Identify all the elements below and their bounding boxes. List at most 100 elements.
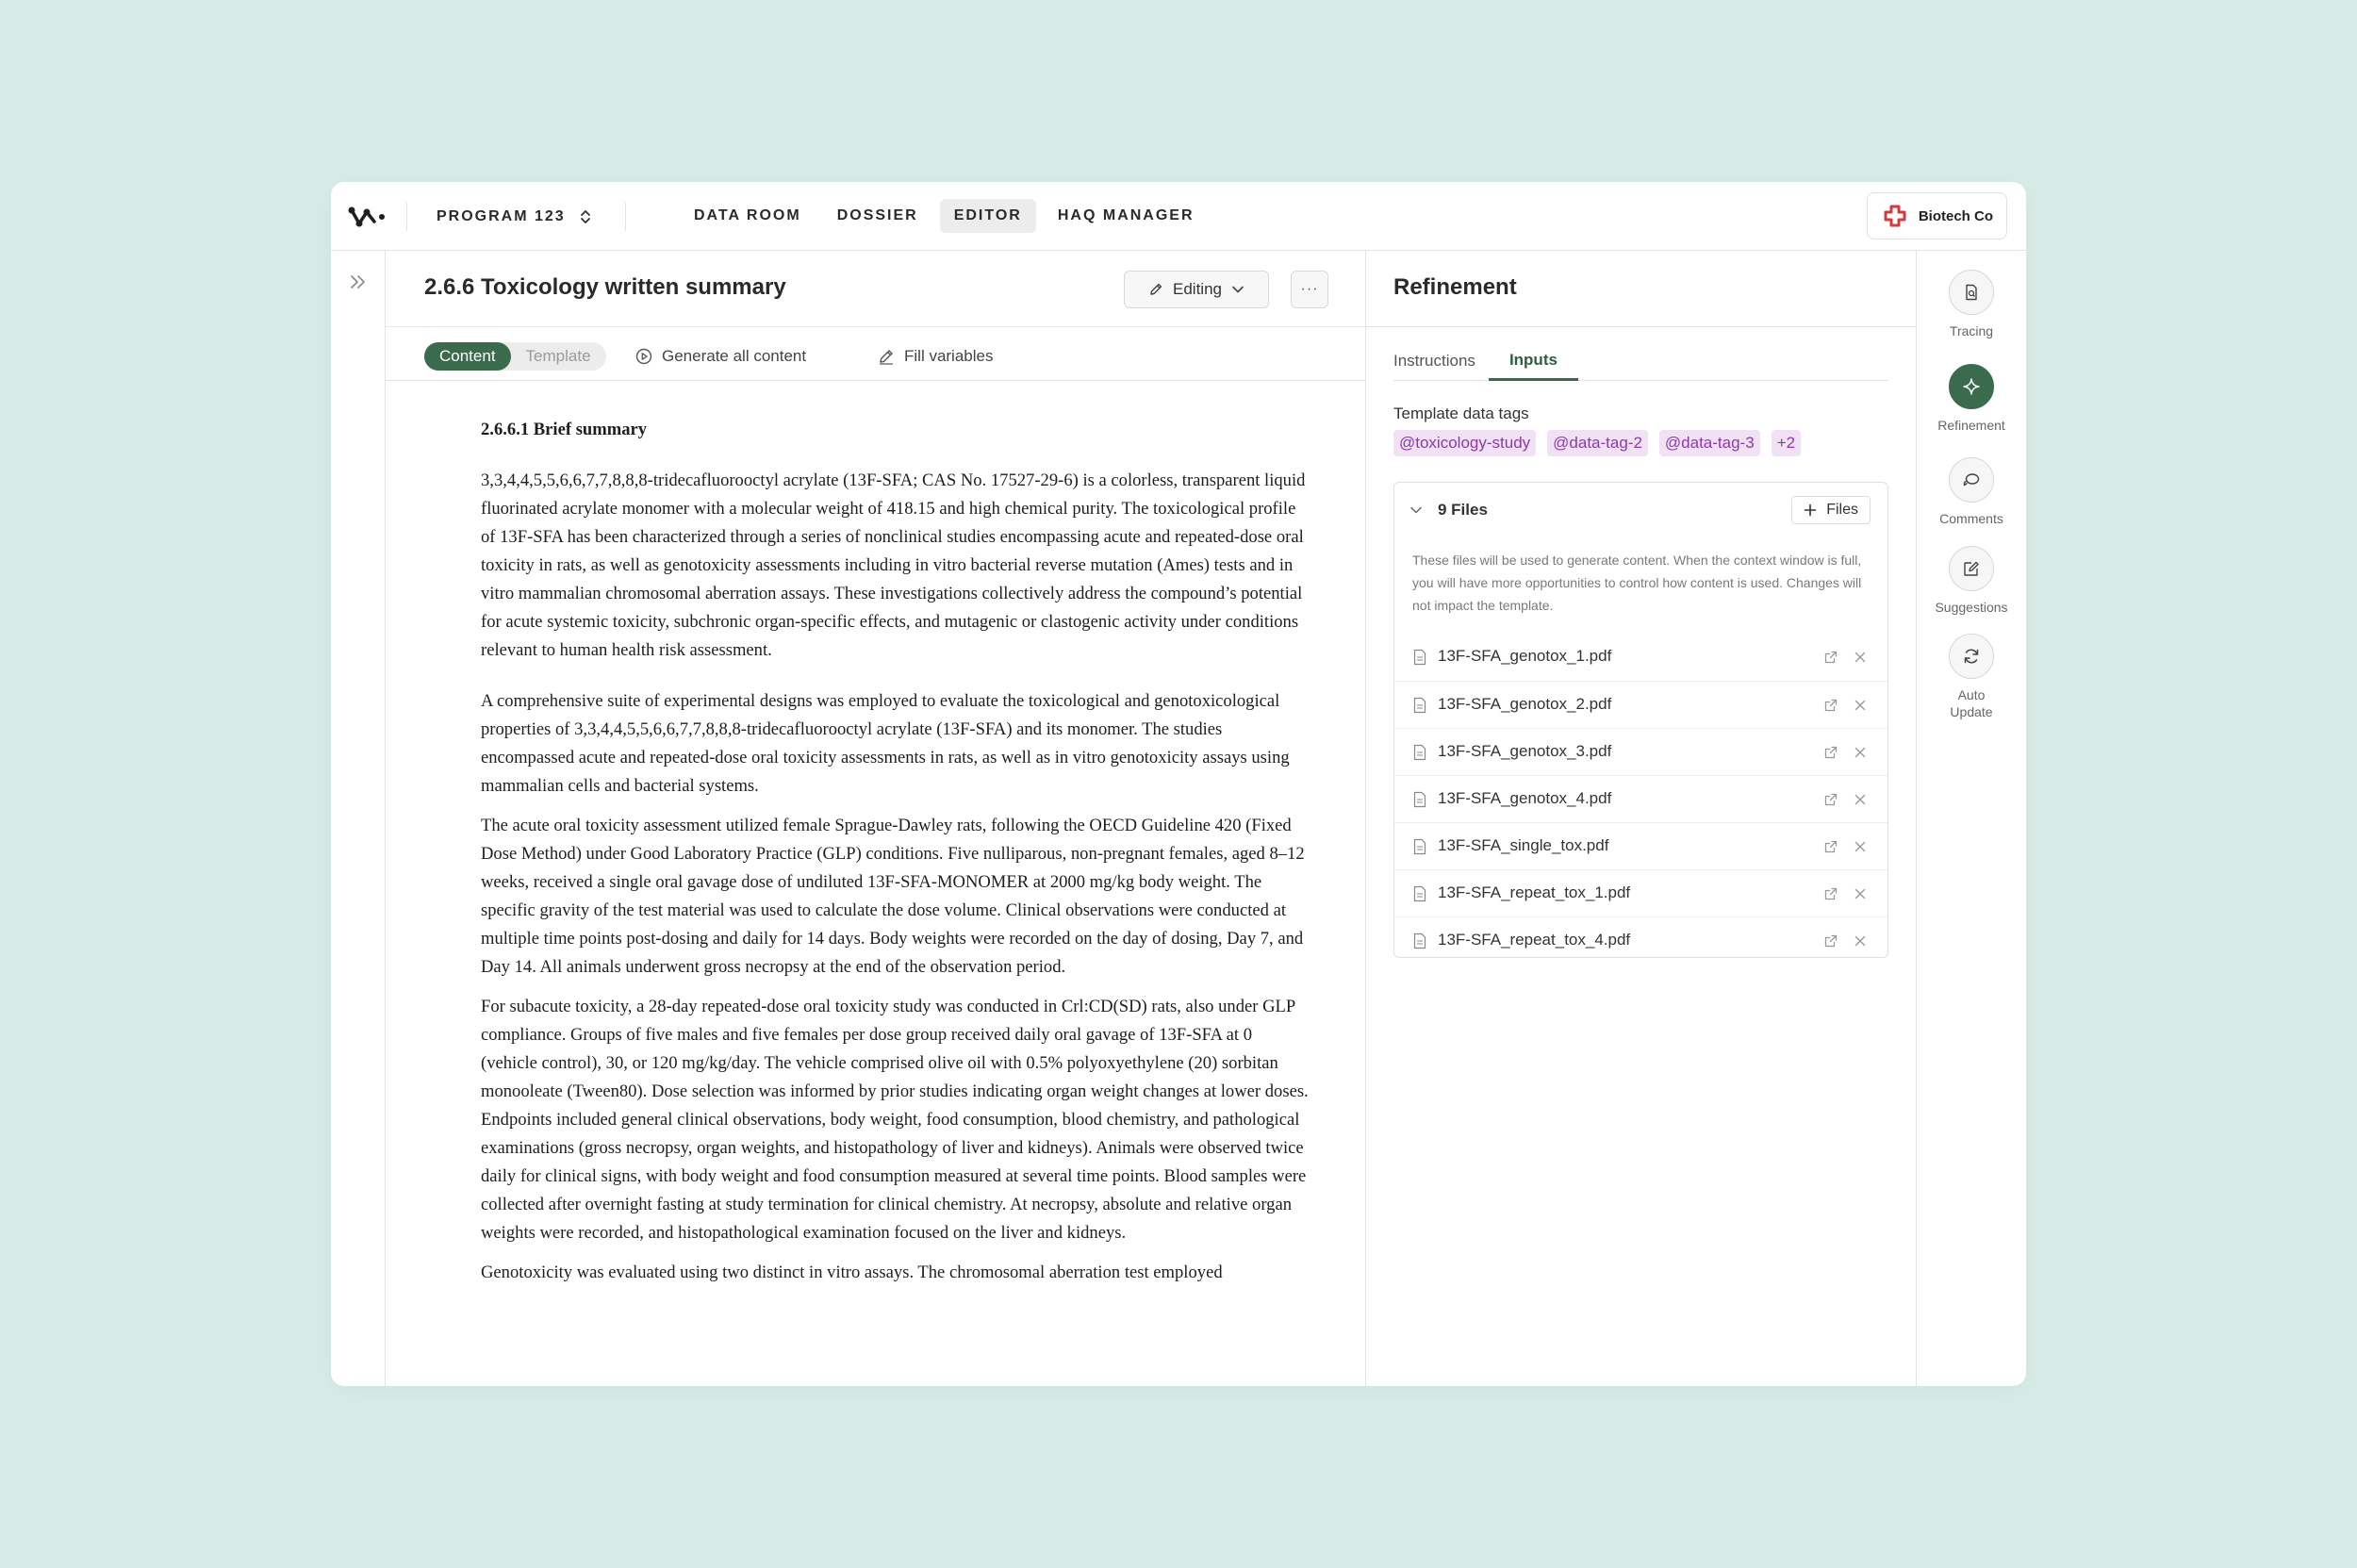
add-files-button[interactable]: Files (1791, 496, 1871, 524)
open-external-icon[interactable] (1823, 886, 1838, 901)
data-tag[interactable]: @data-tag-3 (1658, 430, 1760, 456)
file-name: 13F-SFA_genotox_2.pdf (1438, 695, 1612, 713)
data-tag[interactable]: @data-tag-2 (1547, 430, 1648, 456)
refinement-tabs: Instructions Inputs (1393, 341, 1888, 381)
biotech-logo-icon (1884, 205, 1906, 227)
fill-variables-button[interactable]: Fill variables (878, 342, 993, 371)
rail-refinement[interactable]: Refinement (1917, 364, 2026, 434)
file-name: 13F-SFA_repeat_tox_1.pdf (1438, 883, 1631, 901)
file-row[interactable]: 13F-SFA_genotox_1.pdf (1394, 634, 1887, 681)
chevron-down-icon[interactable] (1409, 503, 1423, 517)
rail-auto-update[interactable]: Auto Update (1917, 634, 2026, 720)
rail-button[interactable] (1949, 364, 1994, 409)
top-bar: PROGRAM 123 DATA ROOM DOSSIER EDITOR HAQ… (331, 182, 2026, 251)
rail-label: Comments (1939, 511, 2003, 526)
pencil-icon (1150, 283, 1162, 295)
more-tags-badge[interactable]: +2 (1771, 430, 1802, 456)
left-rail (331, 251, 386, 1386)
play-circle-icon (635, 348, 652, 365)
close-icon[interactable] (1854, 699, 1867, 712)
file-icon (1413, 697, 1426, 714)
paragraph: For subacute toxicity, a 28-day repeated… (481, 997, 1309, 1243)
rail-label: Refinement (1937, 418, 2005, 433)
file-icon (1413, 744, 1426, 761)
organization-switcher[interactable]: Biotech Co (1866, 192, 2007, 239)
paragraph: Genotoxicity was evaluated using two dis… (481, 1263, 1223, 1282)
paragraph: A comprehensive suite of experimental de… (481, 691, 1290, 796)
refinement-pane: Refinement Instructions Inputs Template … (1366, 251, 1917, 1386)
sparkle-icon (1963, 378, 1980, 395)
rail-tracing[interactable]: Tracing (1917, 270, 2026, 339)
paragraph: The acute oral toxicity assessment utili… (481, 816, 1305, 977)
files-card: 9 Files Files These files will be used t… (1393, 482, 1888, 958)
app-logo-icon[interactable] (348, 203, 387, 231)
rail-label: Tracing (1949, 323, 1994, 338)
nav-editor[interactable]: EDITOR (939, 199, 1036, 233)
file-icon (1413, 838, 1426, 855)
rail-comments[interactable]: Comments (1917, 457, 2026, 527)
rail-button[interactable] (1949, 270, 1994, 315)
file-icon (1413, 933, 1426, 949)
rail-button[interactable] (1949, 457, 1994, 503)
files-header[interactable]: 9 Files Files (1394, 483, 1887, 537)
file-icon (1413, 791, 1426, 808)
rail-suggestions[interactable]: Suggestions (1917, 546, 2026, 616)
data-tag[interactable]: @toxicology-study (1393, 430, 1537, 456)
file-row[interactable]: 13F-SFA_repeat_tox_1.pdf (1394, 869, 1887, 916)
rail-button[interactable] (1949, 634, 1994, 679)
file-row[interactable]: 13F-SFA_genotox_2.pdf (1394, 681, 1887, 728)
divider (406, 203, 407, 231)
tab-instructions[interactable]: Instructions (1393, 341, 1475, 381)
file-row[interactable]: 13F-SFA_repeat_tox_4.pdf (1394, 916, 1887, 964)
open-external-icon[interactable] (1823, 792, 1838, 807)
close-icon[interactable] (1854, 887, 1867, 900)
tab-content[interactable]: Content (424, 342, 511, 371)
close-icon[interactable] (1854, 746, 1867, 759)
document-body[interactable]: 2.6.6.1 Brief summary 3,3,4,4,5,5,6,6,7,… (481, 416, 1310, 1298)
generate-all-content-button[interactable]: Generate all content (635, 342, 806, 371)
divider (625, 203, 626, 231)
tab-template[interactable]: Template (511, 342, 606, 371)
file-name: 13F-SFA_single_tox.pdf (1438, 836, 1609, 854)
file-row[interactable]: 13F-SFA_single_tox.pdf (1394, 822, 1887, 869)
document-title: 2.6.6 Toxicology written summary (424, 274, 786, 300)
open-external-icon[interactable] (1823, 650, 1838, 665)
open-external-icon[interactable] (1823, 933, 1838, 949)
open-external-icon[interactable] (1823, 698, 1838, 713)
program-name: PROGRAM 123 (437, 208, 566, 224)
close-icon[interactable] (1854, 651, 1867, 664)
more-options-button[interactable]: ··· (1291, 271, 1328, 308)
plus-icon (1804, 503, 1817, 517)
nav-dossier[interactable]: DOSSIER (823, 199, 932, 233)
nav-data-room[interactable]: DATA ROOM (680, 199, 816, 233)
refinement-title: Refinement (1393, 274, 1517, 300)
open-external-icon[interactable] (1823, 839, 1838, 854)
rail-label: Auto Update (1950, 687, 1993, 719)
file-icon (1413, 649, 1426, 666)
generate-all-content-label: Generate all content (662, 347, 807, 365)
close-icon[interactable] (1854, 793, 1867, 806)
close-icon[interactable] (1854, 840, 1867, 853)
expand-sidebar-icon[interactable] (348, 272, 369, 292)
editing-mode-button[interactable]: Editing (1124, 271, 1269, 308)
file-name: 13F-SFA_genotox_4.pdf (1438, 789, 1612, 807)
add-files-label: Files (1826, 502, 1858, 518)
nav-haq-manager[interactable]: HAQ MANAGER (1044, 199, 1209, 233)
program-selector[interactable]: PROGRAM 123 (437, 205, 592, 229)
file-icon (1413, 885, 1426, 902)
open-external-icon[interactable] (1823, 745, 1838, 760)
rail-button[interactable] (1949, 546, 1994, 591)
tab-inputs[interactable]: Inputs (1488, 341, 1578, 381)
right-rail: Tracing Refinement Comments Suggestions … (1917, 251, 2026, 1386)
file-row[interactable]: 13F-SFA_genotox_3.pdf (1394, 728, 1887, 775)
close-icon[interactable] (1854, 934, 1867, 948)
chevron-down-icon (1232, 286, 1244, 293)
refresh-icon (1964, 649, 1979, 664)
paragraph: 3,3,4,4,5,5,6,6,7,7,8,8,8-tridecafluoroo… (481, 470, 1306, 660)
file-row[interactable]: 13F-SFA_genotox_4.pdf (1394, 775, 1887, 822)
editing-mode-label: Editing (1173, 280, 1222, 298)
pencil-icon (880, 350, 893, 365)
file-name: 13F-SFA_repeat_tox_4.pdf (1438, 931, 1631, 949)
file-list: 13F-SFA_genotox_1.pdf 13F-SFA_genotox_2.p… (1394, 634, 1887, 964)
files-count: 9 Files (1438, 501, 1488, 519)
